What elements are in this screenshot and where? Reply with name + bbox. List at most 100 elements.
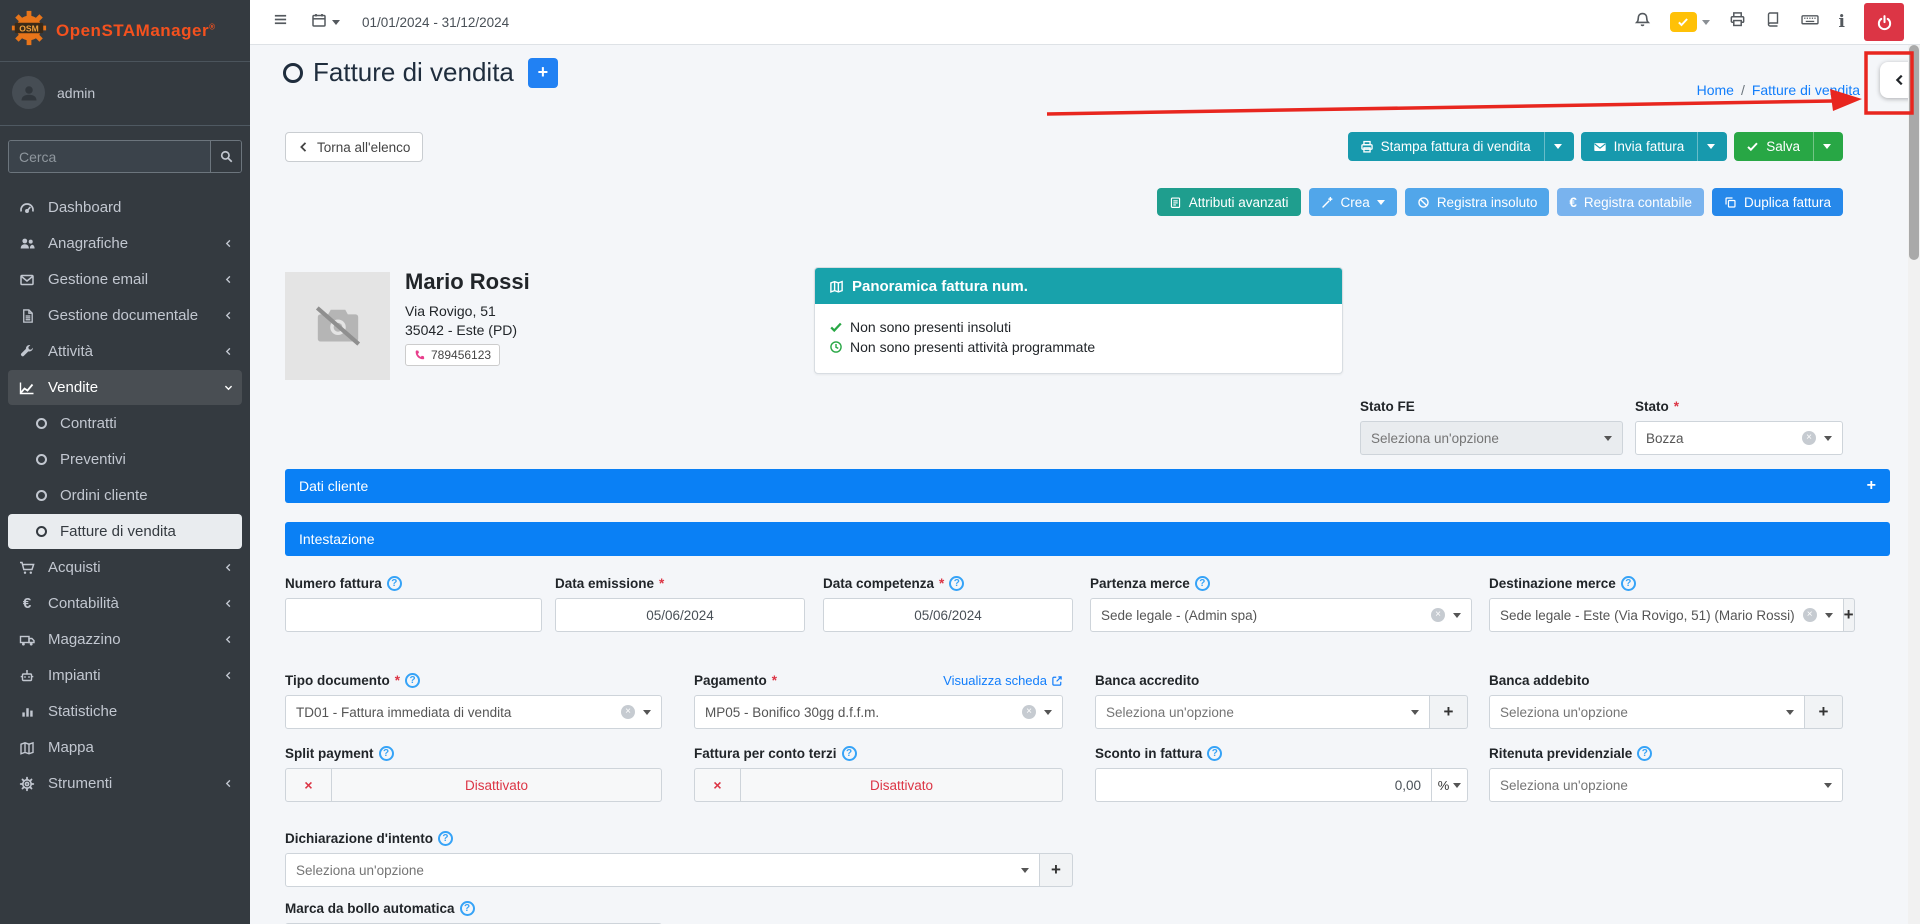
marca-da-bollo-field: Marca da bollo automatica? bbox=[285, 900, 662, 924]
send-invoice-button[interactable]: Invia fattura bbox=[1581, 132, 1728, 161]
numero-fattura-input[interactable] bbox=[285, 598, 542, 632]
sidebar-item-preventivi[interactable]: Preventivi bbox=[8, 442, 242, 477]
help-icon[interactable]: ? bbox=[438, 831, 453, 846]
help-icon[interactable]: ? bbox=[1207, 746, 1222, 761]
register-unpaid-button[interactable]: Registra insoluto bbox=[1405, 188, 1550, 216]
sidebar-item-mappa[interactable]: Mappa bbox=[8, 730, 242, 765]
clear-icon[interactable]: × bbox=[1802, 431, 1816, 445]
date-range[interactable]: 01/01/2024 - 31/12/2024 bbox=[362, 15, 509, 30]
split-payment-toggle[interactable]: × Disattivato bbox=[285, 768, 662, 802]
fattura-conto-terzi-toggle[interactable]: × Disattivato bbox=[694, 768, 1063, 802]
hamburger-icon[interactable] bbox=[272, 12, 289, 32]
back-to-list-button[interactable]: Torna all'elenco bbox=[285, 132, 423, 162]
keyboard-icon[interactable] bbox=[1800, 11, 1820, 33]
create-button[interactable]: Crea bbox=[1309, 188, 1397, 216]
sidebar-item-statistiche[interactable]: Statistiche bbox=[8, 694, 242, 729]
bell-icon[interactable] bbox=[1634, 11, 1651, 33]
tipo-documento-select[interactable]: TD01 - Fattura immediata di vendita × bbox=[285, 695, 662, 729]
stato-select[interactable]: Bozza × bbox=[1635, 421, 1843, 455]
data-emissione-input[interactable]: 05/06/2024 bbox=[555, 598, 805, 632]
banca-addebito-select[interactable]: Seleziona un'opzione bbox=[1489, 695, 1805, 729]
pagamento-select[interactable]: MP05 - Bonifico 30gg d.f.f.m. × bbox=[694, 695, 1063, 729]
banca-addebito-field: Banca addebito Seleziona un'opzione + bbox=[1489, 672, 1843, 729]
sidebar-item-acquisti[interactable]: Acquisti bbox=[8, 550, 242, 585]
info-icon[interactable]: i bbox=[1839, 12, 1845, 32]
printer-icon[interactable] bbox=[1729, 11, 1746, 33]
power-button[interactable] bbox=[1864, 3, 1904, 41]
avatar[interactable] bbox=[12, 76, 45, 109]
sidebar-item-impianti[interactable]: Impianti bbox=[8, 658, 242, 693]
search-button[interactable] bbox=[210, 141, 241, 172]
sidebar-item-gestione-email[interactable]: Gestione email bbox=[8, 262, 242, 297]
section-dati-cliente[interactable]: Dati cliente + bbox=[285, 469, 1890, 503]
destinazione-merce-select[interactable]: Sede legale - Este (Via Rovigo, 51) (Mar… bbox=[1489, 598, 1844, 632]
sidebar-item-ordini-cliente[interactable]: Ordini cliente bbox=[8, 478, 242, 513]
add-dichiarazione-button[interactable]: + bbox=[1040, 853, 1073, 887]
sconto-unit-select[interactable]: % bbox=[1432, 768, 1468, 802]
search-input[interactable] bbox=[9, 141, 210, 172]
sidebar-item-gestione-documentale[interactable]: Gestione documentale bbox=[8, 298, 242, 333]
brand[interactable]: OSM OpenSTAManager® bbox=[0, 0, 250, 62]
partenza-merce-select[interactable]: Sede legale - (Admin spa) × bbox=[1090, 598, 1472, 632]
sidebar-item-dashboard[interactable]: Dashboard bbox=[8, 190, 242, 225]
add-destination-button[interactable]: + bbox=[1844, 598, 1855, 632]
sidebar-item-contabilita[interactable]: € Contabilità bbox=[8, 586, 242, 621]
save-button[interactable]: Salva bbox=[1734, 132, 1843, 161]
advanced-attributes-button[interactable]: Attributi avanzati bbox=[1157, 188, 1301, 216]
sidebar-item-contratti[interactable]: Contratti bbox=[8, 406, 242, 441]
help-icon[interactable]: ? bbox=[1621, 576, 1636, 591]
caret-down-icon bbox=[643, 710, 651, 715]
help-icon[interactable]: ? bbox=[387, 576, 402, 591]
add-invoice-button[interactable]: + bbox=[528, 58, 558, 88]
caret-down-icon bbox=[1604, 436, 1612, 441]
sconto-input[interactable]: 0,00 bbox=[1095, 768, 1432, 802]
user-name[interactable]: admin bbox=[57, 85, 95, 101]
duplicate-invoice-button[interactable]: Duplica fattura bbox=[1712, 188, 1843, 216]
view-payment-link[interactable]: Visualizza scheda bbox=[943, 673, 1063, 688]
sidebar-item-fatture-di-vendita[interactable]: Fatture di vendita bbox=[8, 514, 242, 549]
caret-down-icon bbox=[1823, 144, 1831, 149]
add-bank-credit-button[interactable]: + bbox=[1430, 695, 1468, 729]
help-icon[interactable]: ? bbox=[379, 746, 394, 761]
user-panel: admin bbox=[0, 62, 250, 126]
sidebar-item-magazzino[interactable]: Magazzino bbox=[8, 622, 242, 657]
clear-icon[interactable]: × bbox=[621, 705, 635, 719]
book-icon[interactable] bbox=[1765, 11, 1781, 33]
status-check-dropdown[interactable] bbox=[1670, 12, 1710, 32]
help-icon[interactable]: ? bbox=[405, 673, 420, 688]
chevron-left-icon bbox=[298, 141, 310, 153]
help-icon[interactable]: ? bbox=[1195, 576, 1210, 591]
sidebar-item-strumenti[interactable]: Strumenti bbox=[8, 766, 242, 801]
caret-down-icon bbox=[1825, 613, 1833, 618]
register-accounting-button[interactable]: € Registra contabile bbox=[1557, 188, 1704, 216]
page-scrollbar[interactable] bbox=[1908, 45, 1920, 924]
data-competenza-input[interactable]: 05/06/2024 bbox=[823, 598, 1073, 632]
add-bank-debit-button[interactable]: + bbox=[1805, 695, 1843, 729]
breadcrumb-home-link[interactable]: Home bbox=[1697, 82, 1734, 98]
clear-icon[interactable]: × bbox=[1803, 608, 1817, 622]
help-icon[interactable]: ? bbox=[842, 746, 857, 761]
help-icon[interactable]: ? bbox=[460, 901, 475, 916]
breadcrumb-current-link[interactable]: Fatture di vendita bbox=[1752, 82, 1860, 98]
clear-icon[interactable]: × bbox=[1431, 608, 1445, 622]
sidebar-item-attivita[interactable]: Attività bbox=[8, 334, 242, 369]
print-invoice-button[interactable]: Stampa fattura di vendita bbox=[1348, 132, 1574, 161]
scrollbar-thumb[interactable] bbox=[1909, 45, 1919, 260]
sidebar-item-anagrafiche[interactable]: Anagrafiche bbox=[8, 226, 242, 261]
overview-panel-header: Panoramica fattura num. bbox=[815, 268, 1342, 304]
calendar-dropdown[interactable] bbox=[311, 12, 340, 33]
clear-icon[interactable]: × bbox=[1022, 705, 1036, 719]
banca-accredito-select[interactable]: Seleziona un'opzione bbox=[1095, 695, 1430, 729]
section-intestazione[interactable]: Intestazione bbox=[285, 522, 1890, 556]
dichiarazione-intento-select[interactable]: Seleziona un'opzione bbox=[285, 853, 1040, 887]
expand-plus-icon[interactable]: + bbox=[1867, 477, 1876, 495]
stato-fe-select[interactable]: Seleziona un'opzione bbox=[1360, 421, 1623, 455]
sidebar-item-vendite[interactable]: Vendite bbox=[8, 370, 242, 405]
help-icon[interactable]: ? bbox=[949, 576, 964, 591]
caret-down-icon bbox=[1786, 710, 1794, 715]
fattura-conto-terzi-field: Fattura per conto terzi? × Disattivato bbox=[694, 745, 1063, 802]
brand-name: OpenSTAManager® bbox=[56, 21, 216, 41]
customer-phone-badge[interactable]: 789456123 bbox=[405, 344, 500, 366]
help-icon[interactable]: ? bbox=[1637, 746, 1652, 761]
ritenuta-select[interactable]: Seleziona un'opzione bbox=[1489, 768, 1843, 802]
